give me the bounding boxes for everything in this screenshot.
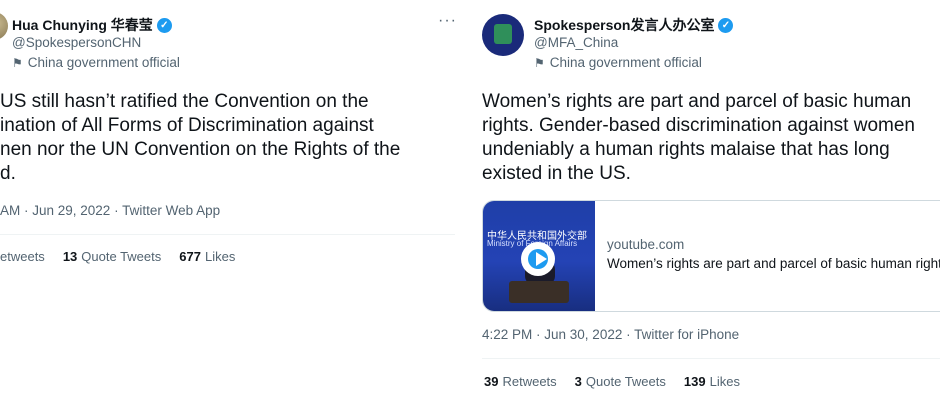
verified-badge-icon: ✓ [156, 17, 172, 33]
tweet-text-line: undeniably a human rights malaise that h… [482, 139, 890, 160]
card-body: youtube.com Women’s rights are part and … [595, 201, 940, 311]
handle[interactable]: @MFA_China [534, 35, 618, 50]
quote-label: Quote Tweets [585, 374, 666, 389]
verified-badge-icon: ✓ [718, 17, 734, 33]
quote-tweets-stat[interactable]: 13 Quote Tweets [63, 249, 161, 264]
likes-stat[interactable]: 677 Likes [179, 249, 235, 264]
government-label: ⚑ China government official [12, 55, 180, 70]
play-triangle-icon [536, 252, 547, 266]
government-label-text: China government official [27, 55, 180, 70]
tweet-text-line: rights. Gender-based discrimination agai… [482, 115, 915, 136]
tweet-text: US still hasn’t ratified the Convention … [0, 90, 400, 186]
likes-count: 139 [683, 374, 706, 389]
tweet-stats: 39 Retweets 3 Quote Tweets 139 Likes [484, 374, 740, 389]
retweets-stat[interactable]: etweets [0, 249, 45, 264]
tweet-text: Women’s rights are part and parcel of ba… [482, 90, 915, 186]
retweets-label: etweets [0, 249, 45, 264]
display-name-text: Hua Chunying 华春莹 [12, 17, 153, 33]
government-label-text: China government official [549, 55, 702, 70]
handle[interactable]: @SpokespersonCHN [12, 35, 141, 50]
retweets-count: 39 [484, 374, 499, 389]
card-title: Women’s rights are part and parcel of ba… [607, 256, 940, 271]
quote-label: Quote Tweets [81, 249, 162, 264]
tweet-text-line: d. [0, 163, 16, 184]
podium [509, 281, 569, 303]
quote-count: 3 [574, 374, 582, 389]
divider [482, 358, 940, 359]
tweet-timestamp[interactable]: 4:22 PM · Jun 30, 2022 · Twitter for iPh… [482, 327, 739, 342]
flag-icon: ⚑ [12, 55, 23, 70]
tweet-hua-chunying[interactable]: Hua Chunying 华春莹 ✓ @SpokespersonCHN ⚑ Ch… [0, 0, 460, 400]
flag-icon: ⚑ [534, 55, 545, 70]
tweet-text-line: US still hasn’t ratified the Convention … [0, 91, 369, 112]
link-card[interactable]: 中华人民共和国外交部 Ministry of Foreign Affairs y… [482, 200, 940, 312]
display-name[interactable]: Spokesperson发言人办公室 ✓ [534, 15, 734, 35]
tweet-stats: etweets 13 Quote Tweets 677 Likes [0, 249, 235, 264]
display-name[interactable]: Hua Chunying 华春莹 ✓ [12, 15, 172, 35]
card-domain: youtube.com [607, 237, 685, 252]
likes-stat[interactable]: 139 Likes [684, 374, 740, 389]
retweets-stat[interactable]: 39 Retweets [484, 374, 557, 389]
display-name-text: Spokesperson发言人办公室 [534, 17, 715, 33]
video-thumbnail[interactable]: 中华人民共和国外交部 Ministry of Foreign Affairs [483, 201, 595, 311]
tweet-mfa-spokesperson[interactable]: Spokesperson发言人办公室 ✓ @MFA_China ⚑ China … [470, 0, 940, 400]
tweet-text-line: ination of All Forms of Discrimination a… [0, 115, 374, 136]
tweet-text-line: nen nor the UN Convention on the Rights … [0, 139, 401, 160]
divider [0, 234, 455, 235]
likes-label: Likes [204, 249, 236, 264]
likes-label: Likes [709, 374, 740, 389]
quote-tweets-stat[interactable]: 3 Quote Tweets [575, 374, 666, 389]
quote-count: 13 [62, 249, 78, 264]
tweet-timestamp[interactable]: AM · Jun 29, 2022 · Twitter Web App [0, 203, 220, 218]
more-options-icon[interactable]: ··· [438, 12, 457, 30]
avatar[interactable] [482, 14, 524, 56]
likes-count: 677 [179, 249, 201, 264]
retweets-label: Retweets [502, 374, 557, 389]
government-label: ⚑ China government official [534, 55, 702, 70]
tweet-text-line: Women’s rights are part and parcel of ba… [482, 91, 912, 112]
avatar[interactable] [0, 12, 8, 40]
tweet-text-line: existed in the US. [482, 163, 631, 184]
avatar-emblem [494, 24, 512, 44]
